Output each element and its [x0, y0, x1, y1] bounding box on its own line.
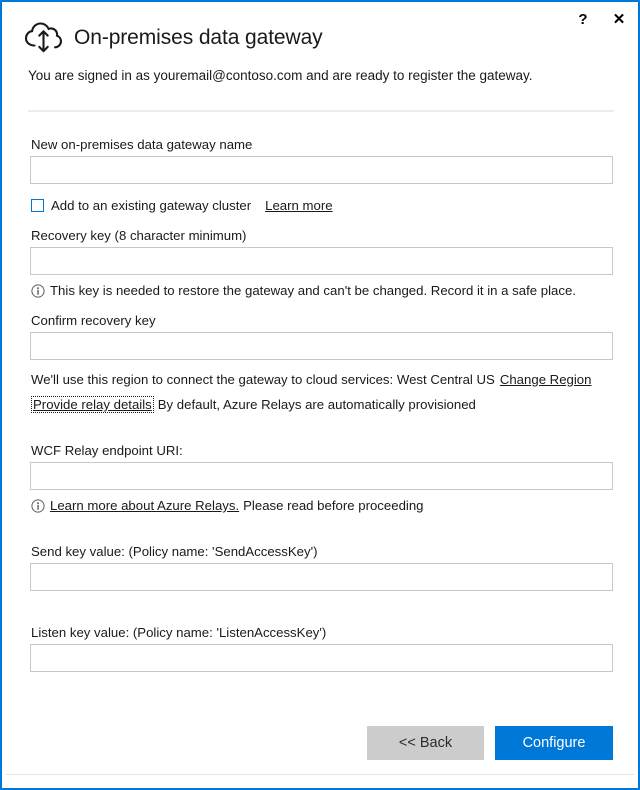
footer-divider [6, 774, 634, 775]
listen-key-input[interactable] [30, 644, 613, 672]
page-title: On-premises data gateway [74, 26, 323, 49]
region-text: We'll use this region to connect the gat… [31, 372, 495, 387]
provide-relay-details-link[interactable]: Provide relay details [31, 396, 154, 413]
listen-key-label: Listen key value: (Policy name: 'ListenA… [31, 625, 327, 640]
existing-cluster-label: Add to an existing gateway cluster [51, 198, 252, 213]
header-divider [28, 110, 614, 112]
configure-button[interactable]: Configure [495, 726, 613, 760]
info-icon [31, 283, 45, 298]
window-controls: ? ✕ [572, 8, 630, 30]
existing-cluster-checkbox[interactable] [31, 199, 44, 212]
recovery-key-note: This key is needed to restore the gatewa… [31, 283, 576, 298]
close-icon[interactable]: ✕ [608, 8, 630, 30]
wcf-relay-uri-label: WCF Relay endpoint URI: [31, 443, 183, 458]
recovery-key-label: Recovery key (8 character minimum) [31, 228, 247, 243]
recovery-key-input[interactable] [30, 247, 613, 275]
azure-relays-note-text: Please read before proceeding [243, 498, 424, 513]
on-premises-data-gateway-dialog: ? ✕ On-premises data gateway You are sig… [0, 0, 640, 790]
help-icon[interactable]: ? [572, 8, 594, 30]
back-button[interactable]: << Back [367, 726, 484, 760]
azure-relays-learn-more-link[interactable]: Learn more about Azure Relays. [50, 498, 239, 513]
send-key-input[interactable] [30, 563, 613, 591]
signed-in-status: You are signed in as youremail@contoso.c… [28, 68, 533, 83]
gateway-name-input[interactable] [30, 156, 613, 184]
send-key-label: Send key value: (Policy name: 'SendAcces… [31, 544, 318, 559]
confirm-recovery-key-input[interactable] [30, 332, 613, 360]
cluster-learn-more-link[interactable]: Learn more [265, 198, 332, 213]
recovery-key-note-text: This key is needed to restore the gatewa… [50, 283, 576, 298]
existing-cluster-row: Add to an existing gateway cluster Learn… [31, 198, 333, 213]
relay-default-text: By default, Azure Relays are automatical… [157, 397, 476, 412]
change-region-link[interactable]: Change Region [500, 372, 592, 387]
wcf-relay-uri-input[interactable] [30, 462, 613, 490]
confirm-recovery-key-label: Confirm recovery key [31, 313, 156, 328]
provide-relay-details-label: Provide relay details [33, 397, 152, 412]
relay-details-row: Provide relay details By default, Azure … [31, 396, 476, 413]
info-icon [31, 498, 45, 513]
region-row: We'll use this region to connect the gat… [31, 372, 591, 387]
gateway-name-label: New on-premises data gateway name [31, 137, 253, 152]
azure-relays-note: Learn more about Azure Relays. Please re… [31, 498, 424, 513]
dialog-header: On-premises data gateway [22, 20, 323, 56]
cloud-upload-download-icon [22, 20, 66, 56]
